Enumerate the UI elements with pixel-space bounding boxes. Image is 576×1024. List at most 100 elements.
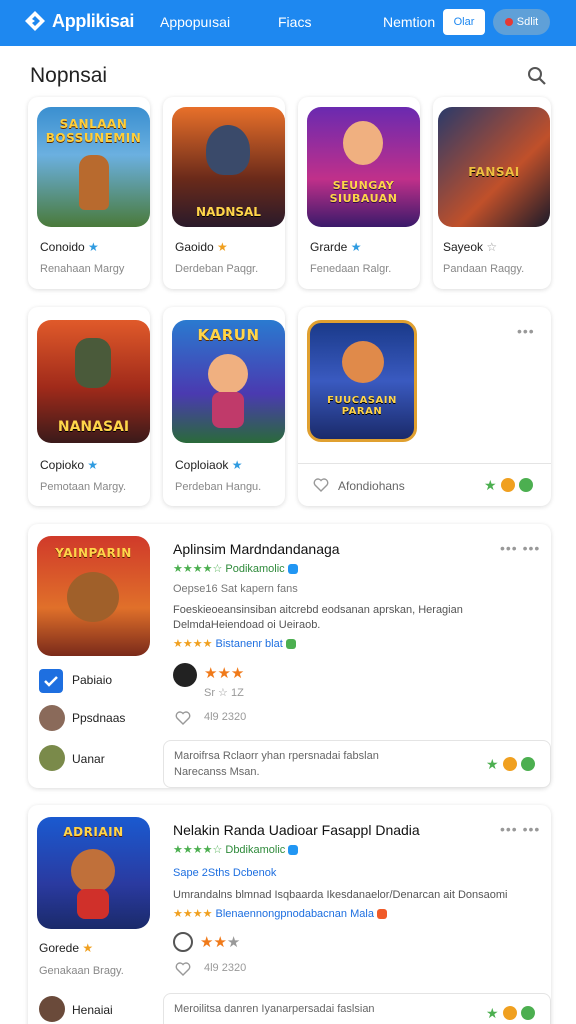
star-rating: ★★★ <box>200 934 241 951</box>
thumbnail-text: FUUCASAIN PARAN <box>327 395 397 417</box>
game-subtitle: Pemotaan Margy. <box>40 481 127 493</box>
heart-icon[interactable] <box>313 477 329 493</box>
game-subtitle: Perdeban Hangu. <box>175 481 262 493</box>
thumbnail-text: KARUN <box>197 326 260 344</box>
more-options-icon[interactable]: ••• ••• <box>500 821 540 837</box>
more-options-icon[interactable]: ••• ••• <box>500 540 540 556</box>
avatar[interactable] <box>39 745 65 771</box>
game-card[interactable]: KARUN Coploiaok ★ Perdeban Hangu. <box>163 307 285 506</box>
nav-link-apps[interactable]: Appopuısai <box>160 14 230 30</box>
game-title: Grarde ★ <box>310 240 361 254</box>
star-rating: ★★★★☆ <box>173 563 223 575</box>
star-icon: ★ <box>486 756 499 772</box>
game-thumbnail: NADNSAL <box>172 107 285 227</box>
game-subtitle: Derdeban Paqgr. <box>175 263 259 275</box>
list-item-title[interactable]: Nelakin Randa Uadioar Fasappl Dnadia <box>173 822 420 838</box>
game-subtitle: Fenedaan Ralgr. <box>310 263 392 275</box>
start-button[interactable]: Sdlit <box>493 9 550 35</box>
footer-icons: ★ <box>486 1006 535 1020</box>
footer-label: Afondiohans <box>338 479 405 493</box>
list-item[interactable]: ADRIAIN Gorede ★ Genakaan Bragy. Henaiai… <box>28 805 551 1024</box>
game-subtitle: Genakaan Bragy. <box>39 965 124 977</box>
thumbnail-text: NANASAI <box>57 419 130 435</box>
card-footer: Meroilitsa danren Iyanarpersadai faslsia… <box>163 993 551 1024</box>
card-footer: Afondiohans ★ <box>298 463 551 506</box>
nav-link-notion[interactable]: Nemtion <box>383 14 435 30</box>
description-line: Umrandalns blmnad Isqbaarda Ikesdanaelor… <box>173 889 508 901</box>
avatar[interactable] <box>39 705 65 731</box>
game-title-text: Grarde <box>310 240 348 254</box>
game-card[interactable]: FANSAI Sayeok ☆ Pandaan Raqgy. <box>433 97 551 289</box>
game-title-text: Gaoido <box>175 240 214 254</box>
logo[interactable]: Applikisai <box>24 10 134 32</box>
login-button[interactable]: Olar <box>443 9 485 35</box>
game-title: Gaoido ★ <box>175 240 228 254</box>
play-icon[interactable] <box>520 757 535 771</box>
game-title: Copioko ★ <box>40 458 98 472</box>
heart-icon[interactable] <box>175 710 191 726</box>
character-body <box>77 889 109 919</box>
card-footer: Maroifrsa Rclaorr yhan rpersnadai fabsla… <box>163 740 551 788</box>
side-label: Uanar <box>72 752 105 766</box>
footer-icons: ★ <box>484 478 533 492</box>
character-figure <box>71 849 115 893</box>
thumbnail-text: ADRIAIN <box>63 825 124 839</box>
record-icon <box>504 18 513 26</box>
meta-text: Sape 2Sths Dcbenok <box>173 867 277 879</box>
game-card[interactable]: NADNSAL Gaoido ★ Derdeban Paqgr. <box>163 97 285 289</box>
game-title-text: Coploiaok <box>175 458 229 472</box>
game-thumbnail: FANSAI <box>438 107 550 227</box>
thumbnail-text: FANSAI <box>468 165 520 179</box>
rating-text: Dbdikamolic <box>225 844 286 856</box>
star-rating: ★★★★ <box>173 908 213 920</box>
star-icon: ★ <box>231 458 243 472</box>
list-item-title[interactable]: Aplinsim Mardndandanaga <box>173 541 340 557</box>
star-rating: ★★★ <box>204 665 245 682</box>
coin-icon <box>500 478 515 492</box>
meta-text: Oepse16 Sat kapern fans <box>173 583 298 595</box>
list-item[interactable]: YAINPARIN Pabiaio Ppsdnaas Uanar Aplinsi… <box>28 524 551 788</box>
search-icon[interactable] <box>527 66 547 86</box>
side-label: Henaiai <box>72 1003 113 1017</box>
badge-icon <box>288 845 299 856</box>
side-label: Ppsdnaas <box>72 711 126 725</box>
character-figure <box>343 121 383 165</box>
start-label: Sdlit <box>516 16 539 28</box>
character-figure <box>208 354 248 394</box>
game-title: Sayeok ☆ <box>443 240 497 254</box>
thumbnail-text: SEUNGAY SIUBAUAN <box>329 179 398 205</box>
game-subtitle: Pandaan Raqgy. <box>443 263 525 275</box>
more-options-icon[interactable]: ••• <box>517 323 535 339</box>
footer-text: Maroifrsa Rclaorr yhan rpersnadai fabsla… <box>174 750 379 762</box>
badge-icon <box>287 564 298 575</box>
star-icon: ★ <box>88 240 99 254</box>
game-card[interactable]: SANLAAN BOSSUNEMIN Conoido ★ Renahaan Ma… <box>28 97 150 289</box>
stats-text: 4l9 2320 <box>204 962 247 974</box>
play-icon[interactable] <box>518 478 533 492</box>
side-label: Pabiaio <box>72 673 113 687</box>
game-title-text: Gorede <box>39 941 80 955</box>
badge-row: ★★★★ Blenaennongpnodabacnan Mala <box>173 907 387 920</box>
game-card[interactable]: SEUNGAY SIUBAUAN Grarde ★ Fenedaan Ralgr… <box>298 97 420 289</box>
featured-game-card[interactable]: FUUCASAIN PARAN ••• Afondiohans ★ <box>298 307 551 506</box>
play-icon[interactable] <box>520 1006 535 1020</box>
description-line: Foeskieoeansinsiban aitcrebd eodsanan ap… <box>173 604 463 616</box>
character-figure <box>75 338 111 388</box>
heart-icon[interactable] <box>175 961 191 977</box>
avatar[interactable] <box>39 996 65 1022</box>
game-thumbnail: KARUN <box>172 320 285 443</box>
game-card[interactable]: NANASAI Copioko ★ Pemotaan Margy. <box>28 307 150 506</box>
checkbox-icon[interactable] <box>39 669 63 693</box>
game-thumbnail: FUUCASAIN PARAN <box>307 320 417 442</box>
game-thumbnail: SEUNGAY SIUBAUAN <box>307 107 420 227</box>
coin-icon <box>502 757 517 771</box>
nav-link-facs[interactable]: Fiacs <box>278 14 311 30</box>
thumbnail-text: NADNSAL <box>196 205 261 219</box>
game-thumbnail: YAINPARIN <box>37 536 150 656</box>
game-title-text: Copioko <box>40 458 85 472</box>
character-body <box>212 392 244 428</box>
rating-text: Podikamolic <box>225 563 285 575</box>
star-icon: ★ <box>350 240 362 254</box>
character-figure <box>79 155 109 210</box>
star-rating: ★★★★ <box>173 638 213 650</box>
